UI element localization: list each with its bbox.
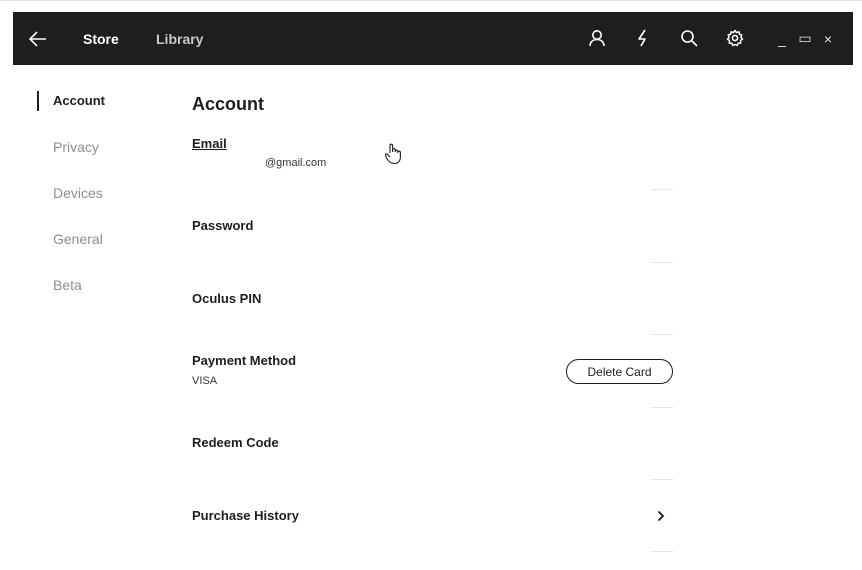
sidebar-item-account[interactable]: Account xyxy=(53,93,105,108)
divider xyxy=(651,551,673,552)
sidebar-item-general[interactable]: General xyxy=(53,231,103,247)
email-label[interactable]: Email xyxy=(192,136,227,151)
page-title: Account xyxy=(192,94,264,114)
search-icon[interactable] xyxy=(677,26,701,50)
purchase-history-label[interactable]: Purchase History xyxy=(192,508,299,523)
hand-cursor-icon xyxy=(384,143,404,165)
password-label[interactable]: Password xyxy=(192,218,253,233)
window-top-border xyxy=(0,0,862,1)
sidebar-item-privacy[interactable]: Privacy xyxy=(53,139,99,155)
nav-library[interactable]: Library xyxy=(156,12,203,65)
gear-icon[interactable] xyxy=(723,26,747,50)
lightning-icon[interactable] xyxy=(631,26,655,50)
maximize-button[interactable]: ▭ xyxy=(796,12,814,65)
delete-card-button[interactable]: Delete Card xyxy=(566,359,673,384)
email-value: @gmail.com xyxy=(265,157,327,169)
nav-store[interactable]: Store xyxy=(83,12,119,65)
minimize-button[interactable]: _ xyxy=(773,12,791,65)
divider xyxy=(651,334,673,335)
card-type: VISA xyxy=(192,375,218,387)
title-bar: Store Library _ ▭ × xyxy=(13,12,853,65)
divider xyxy=(651,262,673,263)
close-button[interactable]: × xyxy=(819,12,837,65)
active-indicator xyxy=(37,91,39,111)
divider xyxy=(651,407,673,408)
payment-method-label: Payment Method xyxy=(192,353,297,368)
divider xyxy=(651,479,673,480)
divider xyxy=(651,189,673,190)
redeem-code-label[interactable]: Redeem Code xyxy=(192,435,279,450)
sidebar-item-beta[interactable]: Beta xyxy=(53,277,82,293)
chevron-right-icon[interactable] xyxy=(652,506,670,526)
oculus-pin-label[interactable]: Oculus PIN xyxy=(192,291,261,306)
back-arrow-icon[interactable] xyxy=(25,26,51,52)
profile-icon[interactable] xyxy=(585,26,609,50)
sidebar-item-devices[interactable]: Devices xyxy=(53,185,103,201)
